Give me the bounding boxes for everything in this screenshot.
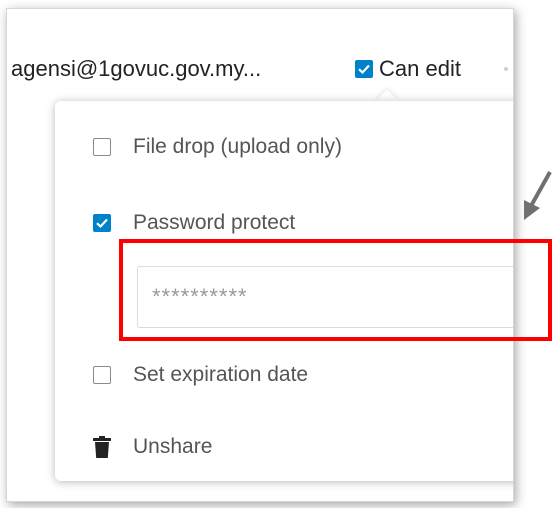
expiration-date-checkbox[interactable] xyxy=(93,366,111,384)
password-protect-label: Password protect xyxy=(133,211,296,234)
share-panel: agensi@1govuc.gov.my... Can edit File dr… xyxy=(6,8,514,502)
share-entry-row: agensi@1govuc.gov.my... Can edit xyxy=(7,9,513,101)
check-icon xyxy=(358,64,370,75)
check-icon xyxy=(96,218,108,229)
unshare-option[interactable]: Unshare xyxy=(93,435,212,459)
arrow-icon xyxy=(524,171,552,220)
expiration-date-label: Set expiration date xyxy=(133,363,309,386)
share-email: agensi@1govuc.gov.my... xyxy=(11,56,262,81)
trash-icon xyxy=(93,436,111,458)
password-protect-option[interactable]: Password protect xyxy=(93,211,295,235)
can-edit-toggle[interactable]: Can edit xyxy=(355,55,461,83)
file-drop-label: File drop (upload only) xyxy=(133,135,342,158)
file-drop-checkbox[interactable] xyxy=(93,138,111,156)
password-input[interactable] xyxy=(137,266,513,328)
file-drop-option[interactable]: File drop (upload only) xyxy=(93,135,342,159)
more-options-icon[interactable] xyxy=(504,67,508,71)
can-edit-label: Can edit xyxy=(379,56,461,81)
share-options-popover: File drop (upload only) Password protect… xyxy=(55,101,513,481)
can-edit-checkbox[interactable] xyxy=(355,60,373,78)
unshare-label: Unshare xyxy=(133,435,213,458)
expiration-date-option[interactable]: Set expiration date xyxy=(93,363,308,387)
password-protect-checkbox[interactable] xyxy=(93,214,111,232)
